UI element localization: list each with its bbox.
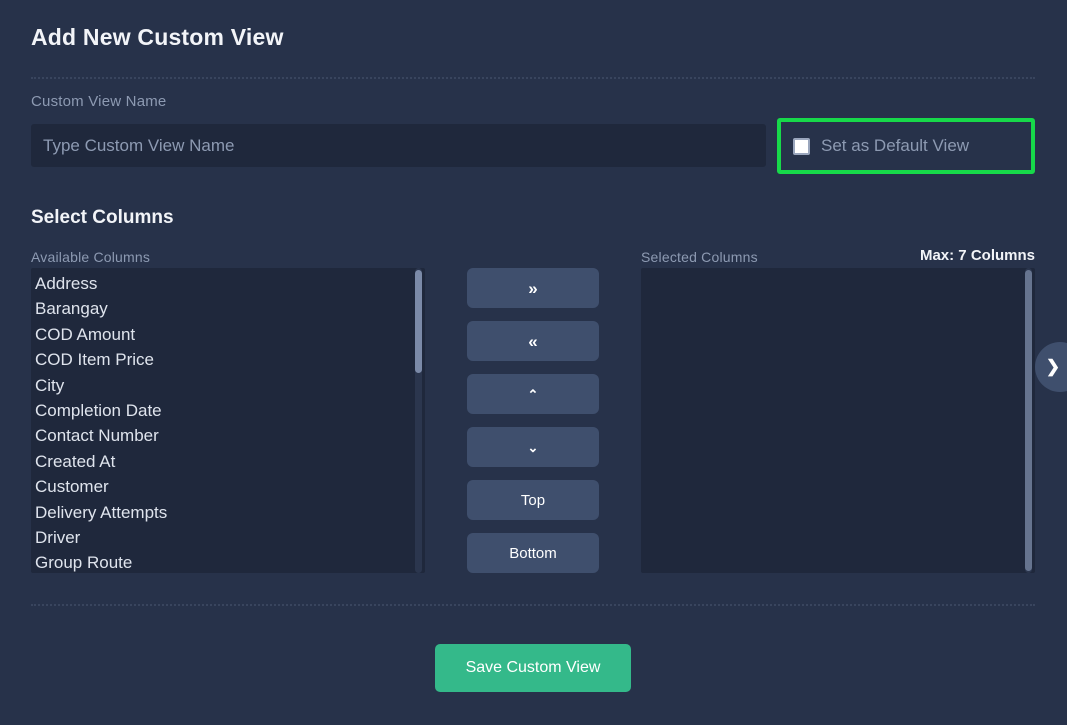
- move-right-button[interactable]: »: [467, 268, 599, 308]
- divider-top: [31, 77, 1035, 79]
- custom-view-page: Add New Custom View Custom View Name Set…: [0, 0, 1067, 725]
- list-item[interactable]: Customer: [34, 474, 414, 499]
- list-item[interactable]: Address: [34, 271, 414, 296]
- selected-scrollbar-thumb[interactable]: [1025, 270, 1032, 571]
- move-up-button[interactable]: ⌃: [467, 374, 599, 414]
- list-item[interactable]: Delivery Attempts: [34, 500, 414, 525]
- save-custom-view-button[interactable]: Save Custom View: [435, 644, 631, 692]
- divider-bottom: [31, 604, 1035, 606]
- move-bottom-button[interactable]: Bottom: [467, 533, 599, 573]
- list-item[interactable]: Contact Number: [34, 423, 414, 448]
- move-down-button[interactable]: ⌄: [467, 427, 599, 467]
- set-as-default-view-control[interactable]: Set as Default View: [781, 136, 969, 156]
- list-item[interactable]: COD Item Price: [34, 347, 414, 372]
- page-title: Add New Custom View: [31, 24, 284, 51]
- set-as-default-view-highlight[interactable]: Set as Default View: [777, 118, 1035, 174]
- list-item[interactable]: Completion Date: [34, 398, 414, 423]
- list-item[interactable]: COD Amount: [34, 322, 414, 347]
- selected-columns-items[interactable]: [641, 268, 1024, 573]
- move-top-button[interactable]: Top: [467, 480, 599, 520]
- chevron-right-icon[interactable]: ❯: [1035, 342, 1067, 392]
- checkbox-icon[interactable]: [793, 138, 810, 155]
- list-item[interactable]: Driver: [34, 525, 414, 550]
- selected-columns-list[interactable]: [641, 268, 1035, 573]
- list-item[interactable]: City: [34, 373, 414, 398]
- select-columns-title: Select Columns: [31, 207, 174, 229]
- available-scrollbar-thumb[interactable]: [415, 270, 422, 373]
- custom-view-name-input[interactable]: [31, 124, 766, 167]
- list-item[interactable]: Barangay: [34, 296, 414, 321]
- list-item[interactable]: Created At: [34, 449, 414, 474]
- available-columns-items[interactable]: AddressBarangayCOD AmountCOD Item PriceC…: [31, 268, 414, 573]
- selected-columns-label: Selected Columns: [641, 249, 758, 265]
- move-left-button[interactable]: «: [467, 321, 599, 361]
- custom-view-name-label: Custom View Name: [31, 93, 166, 110]
- transfer-button-group: » « ⌃ ⌄ Top Bottom: [467, 268, 599, 573]
- available-columns-label: Available Columns: [31, 249, 150, 265]
- available-columns-list[interactable]: AddressBarangayCOD AmountCOD Item PriceC…: [31, 268, 425, 573]
- list-item[interactable]: Group Route: [34, 550, 414, 573]
- max-columns-note: Max: 7 Columns: [920, 247, 1035, 264]
- set-as-default-view-label: Set as Default View: [821, 136, 969, 156]
